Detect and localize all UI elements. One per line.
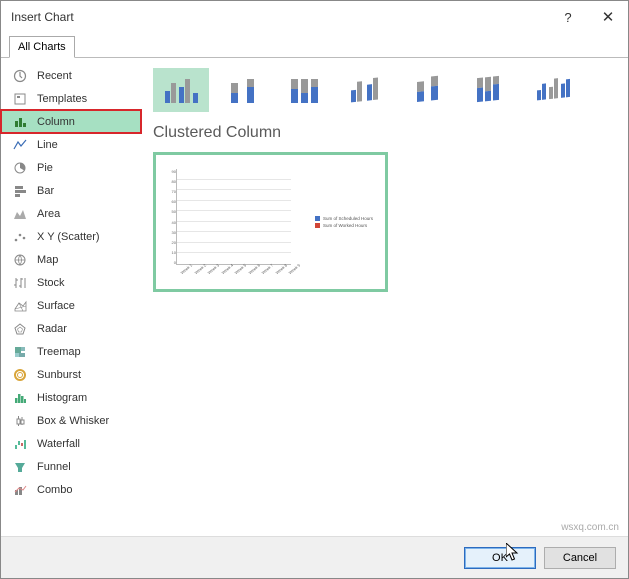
sidebar-item-combo[interactable]: Combo: [1, 478, 141, 501]
templates-icon: [11, 91, 29, 107]
combo-icon: [11, 482, 29, 498]
pie-icon: [11, 160, 29, 176]
sidebar-item-histogram[interactable]: Histogram: [1, 386, 141, 409]
sidebar-item-label: Recent: [37, 70, 72, 82]
chart-bars: [179, 169, 289, 264]
y-axis-labels: 9080706050403020100: [166, 169, 176, 265]
waterfall-icon: [11, 436, 29, 452]
close-button[interactable]: ✕: [588, 1, 628, 33]
subtype-3d-stacked-column[interactable]: [401, 68, 457, 112]
subtype-3d-column[interactable]: [525, 68, 581, 112]
sidebar-item-label: Waterfall: [37, 438, 80, 450]
sidebar-item-label: Surface: [37, 300, 75, 312]
sidebar-item-label: Area: [37, 208, 60, 220]
sidebar-item-label: Bar: [37, 185, 54, 197]
line-icon: [11, 137, 29, 153]
sidebar-item-label: Map: [37, 254, 58, 266]
bar-icon: [11, 183, 29, 199]
plot-area: [176, 169, 291, 265]
sunburst-icon: [11, 367, 29, 383]
sidebar-item-label: Box & Whisker: [37, 415, 109, 427]
sidebar: Recent Templates Column Line Pie Bar: [1, 58, 141, 536]
subtype-3d-clustered-column[interactable]: [339, 68, 395, 112]
sidebar-item-templates[interactable]: Templates: [1, 87, 141, 110]
sidebar-item-label: Pie: [37, 162, 53, 174]
sidebar-item-waterfall[interactable]: Waterfall: [1, 432, 141, 455]
sidebar-item-column[interactable]: Column: [1, 110, 141, 133]
chart-preview[interactable]: 9080706050403020100 Week 1Week 2Week 3We…: [153, 152, 388, 292]
sidebar-item-radar[interactable]: Radar: [1, 317, 141, 340]
treemap-icon: [11, 344, 29, 360]
subtype-100-stacked-column[interactable]: [277, 68, 333, 112]
sidebar-item-area[interactable]: Area: [1, 202, 141, 225]
sidebar-item-map[interactable]: Map: [1, 248, 141, 271]
sidebar-item-bar[interactable]: Bar: [1, 179, 141, 202]
sidebar-item-treemap[interactable]: Treemap: [1, 340, 141, 363]
dialog-footer: OK Cancel: [1, 536, 628, 578]
scatter-icon: [11, 229, 29, 245]
sidebar-item-stock[interactable]: Stock: [1, 271, 141, 294]
sidebar-item-label: Combo: [37, 484, 72, 496]
radar-icon: [11, 321, 29, 337]
sidebar-item-label: Histogram: [37, 392, 87, 404]
subtype-clustered-column[interactable]: [153, 68, 209, 112]
sidebar-item-label: Stock: [37, 277, 65, 289]
dialog-body: Recent Templates Column Line Pie Bar: [1, 57, 628, 536]
sidebar-item-label: Templates: [37, 93, 87, 105]
tabs: All Charts: [1, 33, 628, 57]
subtype-stacked-column[interactable]: [215, 68, 271, 112]
sidebar-item-label: X Y (Scatter): [37, 231, 100, 243]
subtype-gallery: [153, 68, 616, 112]
boxwhisker-icon: [11, 413, 29, 429]
area-icon: [11, 206, 29, 222]
tab-all-charts[interactable]: All Charts: [9, 36, 75, 58]
sidebar-item-funnel[interactable]: Funnel: [1, 455, 141, 478]
recent-icon: [11, 68, 29, 84]
funnel-icon: [11, 459, 29, 475]
sidebar-item-line[interactable]: Line: [1, 133, 141, 156]
sidebar-item-recent[interactable]: Recent: [1, 64, 141, 87]
sidebar-item-label: Column: [37, 116, 75, 128]
insert-chart-dialog: Insert Chart ? ✕ All Charts Recent Templ…: [0, 0, 629, 579]
legend-series-a: Sum of Scheduled Hours: [323, 216, 373, 221]
subtype-3d-100-stacked-column[interactable]: [463, 68, 519, 112]
sidebar-item-label: Funnel: [37, 461, 71, 473]
sidebar-item-surface[interactable]: Surface: [1, 294, 141, 317]
sidebar-item-sunburst[interactable]: Sunburst: [1, 363, 141, 386]
map-icon: [11, 252, 29, 268]
help-button[interactable]: ?: [548, 1, 588, 33]
watermark: wsxq.com.cn: [561, 522, 619, 533]
sidebar-item-label: Line: [37, 139, 58, 151]
histogram-icon: [11, 390, 29, 406]
chart-legend: Sum of Scheduled Hours Sum of Worked Hou…: [315, 214, 373, 230]
sidebar-item-scatter[interactable]: X Y (Scatter): [1, 225, 141, 248]
x-axis-labels: Week 1Week 2Week 3Week 4Week 5Week 6Week…: [178, 267, 289, 281]
chart-subtype-title: Clustered Column: [153, 124, 616, 142]
sidebar-item-label: Treemap: [37, 346, 81, 358]
column-icon: [11, 114, 29, 130]
surface-icon: [11, 298, 29, 314]
sidebar-item-pie[interactable]: Pie: [1, 156, 141, 179]
stock-icon: [11, 275, 29, 291]
sidebar-item-label: Radar: [37, 323, 67, 335]
sidebar-item-boxwhisker[interactable]: Box & Whisker: [1, 409, 141, 432]
dialog-title: Insert Chart: [11, 10, 74, 24]
titlebar: Insert Chart ? ✕: [1, 1, 628, 33]
main-panel: Clustered Column 9080706050403020100 Wee…: [141, 58, 628, 536]
sidebar-item-label: Sunburst: [37, 369, 81, 381]
legend-series-b: Sum of Worked Hours: [323, 223, 367, 228]
cancel-button[interactable]: Cancel: [544, 547, 616, 569]
ok-button[interactable]: OK: [464, 547, 536, 569]
